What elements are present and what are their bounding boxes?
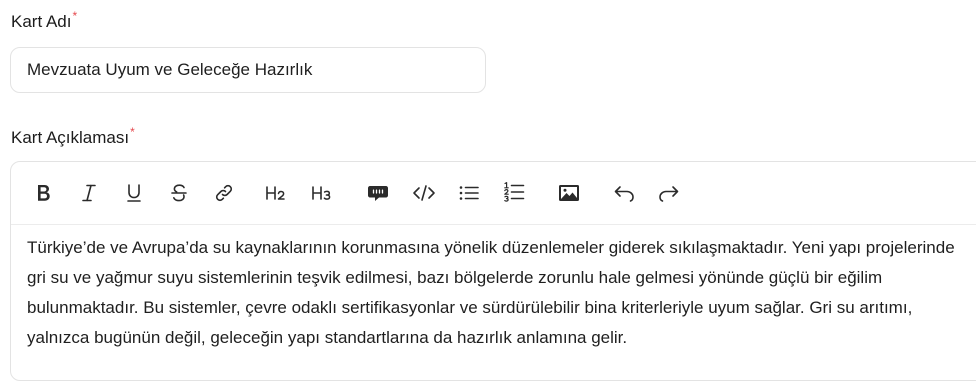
underline-icon bbox=[127, 184, 141, 202]
bold-button[interactable] bbox=[29, 179, 57, 207]
underline-button[interactable] bbox=[120, 179, 148, 207]
bullet-list-button[interactable] bbox=[455, 179, 483, 207]
strikethrough-icon bbox=[171, 184, 187, 202]
image-icon bbox=[559, 185, 579, 201]
comment-icon bbox=[368, 186, 388, 201]
card-description-label: Kart Açıklaması* bbox=[11, 125, 135, 148]
italic-icon bbox=[82, 184, 96, 202]
heading2-button[interactable] bbox=[263, 179, 291, 207]
editor-content[interactable]: Türkiye’de ve Avrupa’da su kaynaklarının… bbox=[27, 233, 967, 353]
redo-button[interactable] bbox=[655, 179, 683, 207]
card-description-label-text: Kart Açıklaması bbox=[11, 128, 130, 147]
card-name-value: Mevzuata Uyum ve Geleceğe Hazırlık bbox=[27, 60, 313, 79]
card-name-label: Kart Adı* bbox=[11, 9, 78, 32]
card-name-input[interactable]: Mevzuata Uyum ve Geleceğe Hazırlık bbox=[10, 47, 486, 93]
rich-text-editor: Türkiye’de ve Avrupa’da su kaynaklarının… bbox=[10, 161, 976, 381]
italic-button[interactable] bbox=[75, 179, 103, 207]
code-button[interactable] bbox=[410, 179, 438, 207]
editor-toolbar bbox=[11, 162, 976, 225]
comment-button[interactable] bbox=[364, 179, 392, 207]
required-asterisk: * bbox=[72, 9, 78, 23]
required-asterisk: * bbox=[130, 125, 135, 139]
link-button[interactable] bbox=[210, 179, 238, 207]
undo-icon bbox=[614, 186, 634, 202]
heading3-icon bbox=[312, 186, 331, 200]
ordered-list-button[interactable] bbox=[500, 179, 528, 207]
code-icon bbox=[413, 185, 435, 201]
heading2-icon bbox=[266, 186, 285, 200]
card-name-label-text: Kart Adı bbox=[11, 12, 72, 31]
bullet-list-icon bbox=[459, 186, 479, 200]
heading3-button[interactable] bbox=[309, 179, 337, 207]
bold-icon bbox=[38, 185, 50, 201]
undo-button[interactable] bbox=[610, 179, 638, 207]
redo-icon bbox=[659, 186, 679, 202]
strikethrough-button[interactable] bbox=[165, 179, 193, 207]
ordered-list-icon bbox=[504, 182, 525, 202]
link-icon bbox=[215, 184, 233, 202]
image-button[interactable] bbox=[555, 179, 583, 207]
